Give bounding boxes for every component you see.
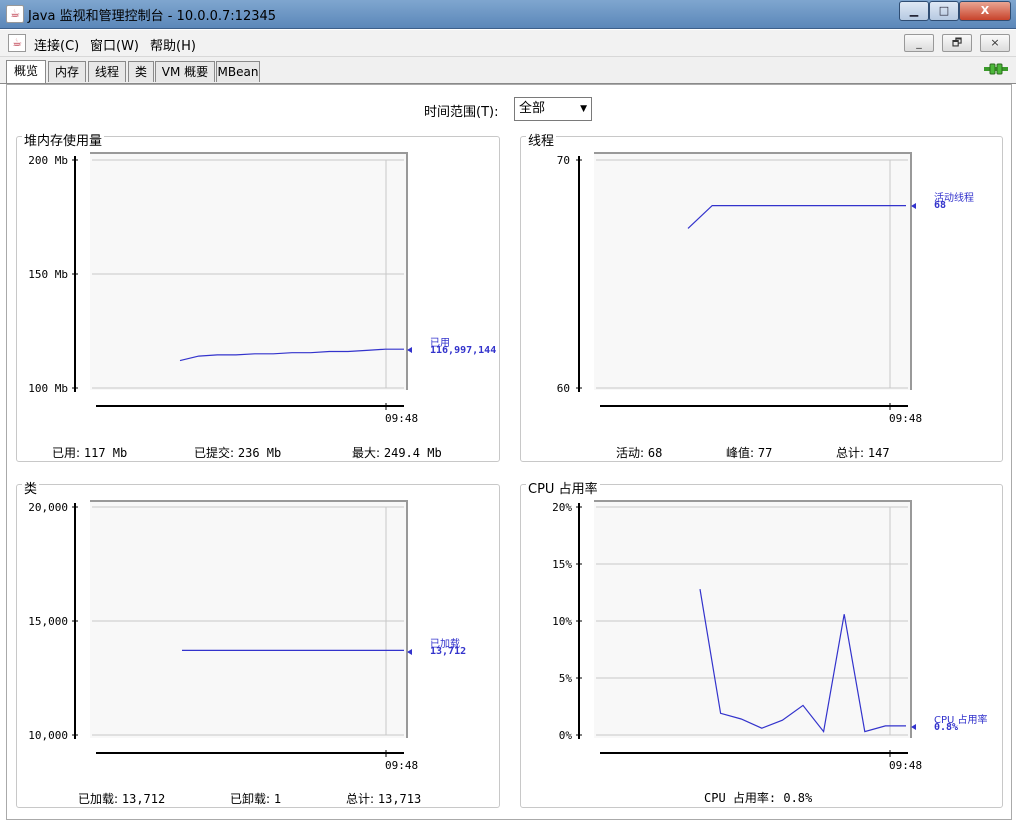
heap-legend-marker [407, 347, 412, 353]
cpu-legend-marker [911, 724, 916, 730]
heap-series-line [179, 348, 404, 362]
classes-legend-marker [407, 649, 412, 655]
charts-layer [72, 156, 916, 757]
cpu-series-line [699, 589, 906, 734]
threads-legend-marker [911, 203, 916, 209]
threads-series-line [687, 205, 906, 229]
